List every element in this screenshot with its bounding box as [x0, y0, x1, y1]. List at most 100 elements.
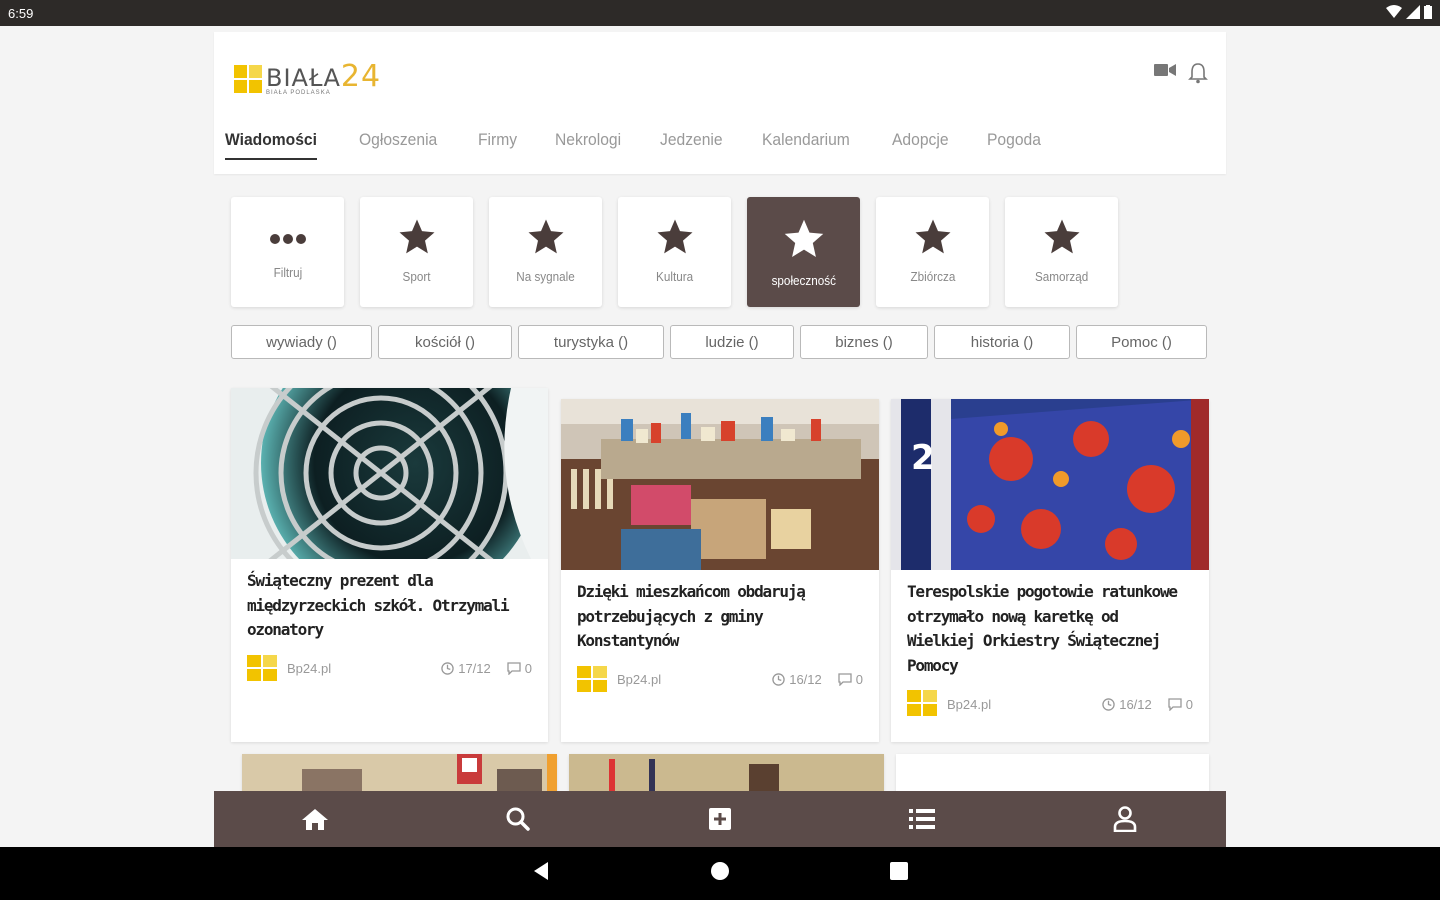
signal-icon — [1406, 5, 1420, 19]
bottom-navigation — [214, 791, 1226, 847]
tab-ogloszenia[interactable]: Ogłoszenia — [359, 130, 437, 160]
tag-chips: wywiady () kościół () turystyka () ludzi… — [231, 325, 1207, 359]
tab-nekrologi[interactable]: Nekrologi — [555, 130, 621, 160]
article-date: 17/12 — [458, 661, 491, 676]
category-filtruj[interactable]: Filtruj — [231, 197, 344, 307]
tag-chip[interactable]: wywiady () — [231, 325, 372, 359]
category-label: Samorząd — [1034, 269, 1089, 284]
recents-square-icon — [890, 862, 908, 880]
category-zbiorcza[interactable]: Zbiórcza — [876, 197, 989, 307]
list-icon — [909, 809, 936, 829]
video-camera-icon[interactable] — [1154, 62, 1176, 78]
logo-mark-icon — [234, 65, 262, 93]
tab-wiadomosci[interactable]: Wiadomości — [225, 130, 317, 160]
svg-text:2: 2 — [911, 438, 935, 478]
bell-icon[interactable] — [1188, 62, 1208, 84]
category-label: Sport — [402, 269, 431, 284]
article-title: Dzięki mieszkańcom obdarują potrzebujący… — [577, 582, 806, 650]
article-comments: 0 — [855, 672, 863, 687]
star-icon — [399, 219, 434, 254]
article-meta: Bp24.pl 16/12 0 — [907, 690, 1193, 718]
logo[interactable]: BIAŁA24 BIAŁA PODLASKA — [234, 62, 381, 96]
back-triangle-icon — [534, 862, 548, 880]
logo-number: 24 — [340, 59, 382, 94]
star-icon — [915, 219, 950, 254]
article-card[interactable]: 2 Terespolskie pogotowie ratunkowe otrzy… — [891, 399, 1209, 742]
tag-chip[interactable]: kościół () — [378, 325, 512, 359]
clock-icon — [441, 662, 454, 675]
wifi-icon — [1386, 5, 1402, 18]
app-container: BIAŁA24 BIAŁA PODLASKA Wiadomości Ogłosz… — [214, 32, 1226, 847]
tag-chip[interactable]: biznes () — [800, 325, 928, 359]
tag-chip[interactable]: turystyka () — [518, 325, 664, 359]
star-icon — [784, 219, 823, 257]
tab-jedzenie[interactable]: Jedzenie — [660, 130, 723, 160]
nav-profile[interactable] — [1095, 791, 1155, 847]
comment-icon — [838, 673, 852, 686]
article-source: Bp24.pl — [287, 661, 332, 676]
article-card-partial[interactable] — [569, 754, 884, 794]
article-date: 16/12 — [789, 672, 822, 687]
category-kultura[interactable]: Kultura — [618, 197, 731, 307]
category-label: Kultura — [655, 269, 694, 284]
article-title: Świąteczny prezent dla międzyrzeckich sz… — [247, 571, 510, 639]
status-time: 6:59 — [8, 6, 34, 21]
home-button[interactable] — [710, 861, 730, 886]
tab-firmy[interactable]: Firmy — [478, 130, 517, 160]
clock-icon — [1102, 697, 1115, 711]
star-icon — [1044, 219, 1079, 254]
tab-adopcje[interactable]: Adopcje — [892, 130, 949, 160]
more-dots-icon — [269, 234, 306, 244]
logo-name: BIAŁA — [266, 64, 341, 92]
tag-chip[interactable]: Pomoc () — [1076, 325, 1207, 359]
article-title: Terespolskie pogotowie ratunkowe otrzyma… — [907, 582, 1178, 675]
search-icon — [506, 807, 530, 831]
article-meta: Bp24.pl 16/12 0 — [577, 665, 863, 694]
nav-add[interactable] — [690, 791, 750, 847]
article-image — [242, 754, 557, 794]
source-logo-icon — [907, 690, 937, 716]
back-button[interactable] — [532, 861, 550, 886]
article-card-partial[interactable] — [242, 754, 557, 794]
category-label: Na sygnale — [516, 269, 575, 284]
recents-button[interactable] — [890, 862, 908, 885]
tag-chip[interactable]: historia () — [934, 325, 1070, 359]
header-actions — [1154, 62, 1208, 84]
status-bar: 6:59 — [0, 0, 1440, 26]
user-icon — [1113, 806, 1137, 832]
source-logo-icon — [577, 665, 607, 692]
tag-chip[interactable]: ludzie () — [670, 325, 794, 359]
article-comments: 0 — [1185, 696, 1193, 712]
category-label: Zbiórcza — [910, 269, 955, 284]
category-samorzad[interactable]: Samorząd — [1005, 197, 1118, 307]
category-spolecznosc[interactable]: społeczność — [747, 197, 860, 307]
tab-kalendarium[interactable]: Kalendarium — [762, 130, 850, 160]
add-box-icon — [708, 808, 731, 830]
home-circle-icon — [711, 862, 729, 880]
comment-icon — [1168, 697, 1182, 711]
article-card[interactable]: Dzięki mieszkańcom obdarują potrzebujący… — [561, 399, 879, 742]
category-na-sygnale[interactable]: Na sygnale — [489, 197, 602, 307]
category-tiles: Filtruj Sport Na sygnale Kultura społecz… — [231, 197, 1118, 307]
header: BIAŁA24 BIAŁA PODLASKA Wiadomości Ogłosz… — [214, 32, 1226, 174]
tab-pogoda[interactable]: Pogoda — [987, 130, 1041, 160]
article-card-partial[interactable] — [896, 754, 1209, 794]
nav-search[interactable] — [488, 791, 548, 847]
system-navigation — [0, 847, 1440, 900]
comment-icon — [507, 662, 521, 675]
article-card[interactable]: Świąteczny prezent dla międzyrzeckich sz… — [231, 388, 548, 742]
nav-home[interactable] — [285, 791, 345, 847]
article-image — [569, 754, 884, 794]
nav-list[interactable] — [892, 791, 952, 847]
main-tabs: Wiadomości Ogłoszenia Firmy Nekrologi Je… — [225, 130, 1046, 160]
home-icon — [302, 809, 329, 830]
article-date: 16/12 — [1119, 696, 1152, 712]
article-image: 2 — [891, 399, 1209, 570]
status-icons — [1386, 5, 1432, 19]
category-label: społeczność — [771, 273, 836, 288]
article-image — [231, 388, 548, 559]
category-sport[interactable]: Sport — [360, 197, 473, 307]
article-meta: Bp24.pl 17/12 0 — [247, 654, 532, 683]
article-comments: 0 — [524, 661, 532, 676]
star-icon — [657, 219, 692, 254]
